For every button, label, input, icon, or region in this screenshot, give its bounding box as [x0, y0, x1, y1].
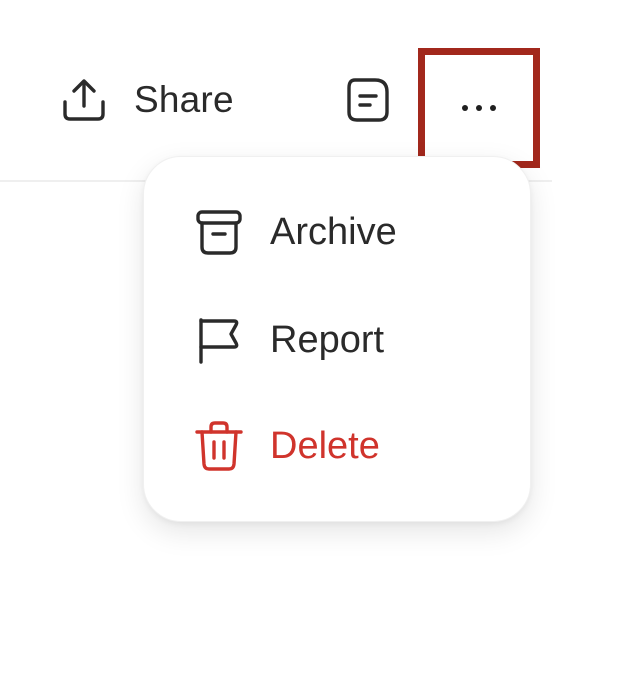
- more-options-button[interactable]: [418, 48, 540, 168]
- more-options-menu: Archive Report Delete: [143, 156, 531, 522]
- more-horizontal-icon: [462, 105, 496, 111]
- archive-icon: [194, 207, 244, 257]
- menu-item-label: Report: [270, 318, 385, 361]
- share-button[interactable]: Share: [60, 70, 234, 130]
- menu-item-report[interactable]: Report: [194, 310, 384, 370]
- trash-icon: [194, 420, 244, 472]
- upload-icon: [60, 76, 108, 124]
- menu-item-archive[interactable]: Archive: [194, 202, 397, 262]
- share-label: Share: [134, 79, 234, 120]
- menu-item-label: Delete: [270, 424, 380, 467]
- app-toolbar-area: Share Archive Report Delete: [0, 0, 624, 692]
- note-icon: [345, 76, 391, 129]
- notes-button[interactable]: [342, 76, 394, 128]
- menu-item-label: Archive: [270, 210, 397, 253]
- flag-icon: [194, 315, 244, 365]
- menu-item-delete[interactable]: Delete: [194, 416, 380, 476]
